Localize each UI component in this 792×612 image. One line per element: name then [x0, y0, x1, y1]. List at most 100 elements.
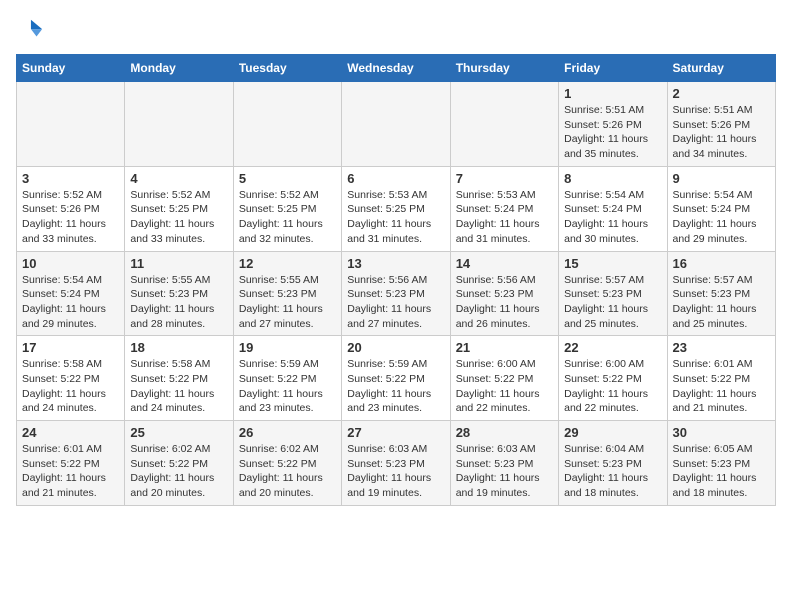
calendar-cell [342, 82, 450, 167]
day-number: 11 [130, 256, 227, 271]
day-number: 24 [22, 425, 119, 440]
calendar-cell: 16 Sunrise: 5:57 AM Sunset: 5:23 PM Dayli… [667, 251, 775, 336]
day-info: Sunrise: 5:52 AM Sunset: 5:25 PM Dayligh… [239, 188, 336, 247]
calendar-table: SundayMondayTuesdayWednesdayThursdayFrid… [16, 54, 776, 506]
calendar-cell: 4 Sunrise: 5:52 AM Sunset: 5:25 PM Daylig… [125, 166, 233, 251]
day-number: 3 [22, 171, 119, 186]
day-number: 16 [673, 256, 770, 271]
calendar-cell: 13 Sunrise: 5:56 AM Sunset: 5:23 PM Dayli… [342, 251, 450, 336]
weekday-header-tuesday: Tuesday [233, 55, 341, 82]
calendar-cell: 1 Sunrise: 5:51 AM Sunset: 5:26 PM Daylig… [559, 82, 667, 167]
day-number: 10 [22, 256, 119, 271]
day-number: 30 [673, 425, 770, 440]
calendar-week-row: 24 Sunrise: 6:01 AM Sunset: 5:22 PM Dayli… [17, 421, 776, 506]
calendar-cell: 10 Sunrise: 5:54 AM Sunset: 5:24 PM Dayli… [17, 251, 125, 336]
weekday-header-saturday: Saturday [667, 55, 775, 82]
calendar-cell: 20 Sunrise: 5:59 AM Sunset: 5:22 PM Dayli… [342, 336, 450, 421]
day-info: Sunrise: 5:52 AM Sunset: 5:25 PM Dayligh… [130, 188, 227, 247]
day-number: 5 [239, 171, 336, 186]
day-number: 26 [239, 425, 336, 440]
calendar-cell: 14 Sunrise: 5:56 AM Sunset: 5:23 PM Dayli… [450, 251, 558, 336]
day-info: Sunrise: 5:59 AM Sunset: 5:22 PM Dayligh… [347, 357, 444, 416]
day-number: 22 [564, 340, 661, 355]
weekday-header-friday: Friday [559, 55, 667, 82]
calendar-cell: 30 Sunrise: 6:05 AM Sunset: 5:23 PM Dayli… [667, 421, 775, 506]
day-info: Sunrise: 6:02 AM Sunset: 5:22 PM Dayligh… [239, 442, 336, 501]
day-number: 18 [130, 340, 227, 355]
day-number: 13 [347, 256, 444, 271]
day-number: 6 [347, 171, 444, 186]
day-info: Sunrise: 5:56 AM Sunset: 5:23 PM Dayligh… [347, 273, 444, 332]
page-header [16, 16, 776, 44]
day-info: Sunrise: 5:54 AM Sunset: 5:24 PM Dayligh… [22, 273, 119, 332]
day-info: Sunrise: 5:59 AM Sunset: 5:22 PM Dayligh… [239, 357, 336, 416]
calendar-cell: 24 Sunrise: 6:01 AM Sunset: 5:22 PM Dayli… [17, 421, 125, 506]
day-number: 25 [130, 425, 227, 440]
day-number: 9 [673, 171, 770, 186]
day-info: Sunrise: 6:00 AM Sunset: 5:22 PM Dayligh… [564, 357, 661, 416]
weekday-header-monday: Monday [125, 55, 233, 82]
day-info: Sunrise: 6:03 AM Sunset: 5:23 PM Dayligh… [456, 442, 553, 501]
calendar-cell: 6 Sunrise: 5:53 AM Sunset: 5:25 PM Daylig… [342, 166, 450, 251]
calendar-cell: 9 Sunrise: 5:54 AM Sunset: 5:24 PM Daylig… [667, 166, 775, 251]
day-number: 19 [239, 340, 336, 355]
day-number: 2 [673, 86, 770, 101]
calendar-cell: 27 Sunrise: 6:03 AM Sunset: 5:23 PM Dayli… [342, 421, 450, 506]
day-info: Sunrise: 5:58 AM Sunset: 5:22 PM Dayligh… [130, 357, 227, 416]
day-number: 20 [347, 340, 444, 355]
day-number: 17 [22, 340, 119, 355]
day-info: Sunrise: 5:51 AM Sunset: 5:26 PM Dayligh… [673, 103, 770, 162]
weekday-header-sunday: Sunday [17, 55, 125, 82]
day-info: Sunrise: 5:51 AM Sunset: 5:26 PM Dayligh… [564, 103, 661, 162]
day-info: Sunrise: 5:57 AM Sunset: 5:23 PM Dayligh… [564, 273, 661, 332]
calendar-cell: 11 Sunrise: 5:55 AM Sunset: 5:23 PM Dayli… [125, 251, 233, 336]
calendar-cell [450, 82, 558, 167]
day-info: Sunrise: 5:53 AM Sunset: 5:24 PM Dayligh… [456, 188, 553, 247]
calendar-cell: 29Sunrise: 6:04 AM Sunset: 5:23 PM Dayli… [559, 421, 667, 506]
calendar-week-row: 3 Sunrise: 5:52 AM Sunset: 5:26 PM Daylig… [17, 166, 776, 251]
calendar-cell: 15 Sunrise: 5:57 AM Sunset: 5:23 PM Dayli… [559, 251, 667, 336]
day-info: Sunrise: 6:00 AM Sunset: 5:22 PM Dayligh… [456, 357, 553, 416]
day-info: Sunrise: 5:52 AM Sunset: 5:26 PM Dayligh… [22, 188, 119, 247]
day-number: 21 [456, 340, 553, 355]
weekday-header-row: SundayMondayTuesdayWednesdayThursdayFrid… [17, 55, 776, 82]
day-info: Sunrise: 5:53 AM Sunset: 5:25 PM Dayligh… [347, 188, 444, 247]
day-number: 4 [130, 171, 227, 186]
calendar-cell [125, 82, 233, 167]
day-info: Sunrise: 5:54 AM Sunset: 5:24 PM Dayligh… [673, 188, 770, 247]
calendar-cell: 23Sunrise: 6:01 AM Sunset: 5:22 PM Dayli… [667, 336, 775, 421]
calendar-cell [233, 82, 341, 167]
day-info: Sunrise: 6:01 AM Sunset: 5:22 PM Dayligh… [22, 442, 119, 501]
calendar-cell: 7 Sunrise: 5:53 AM Sunset: 5:24 PM Daylig… [450, 166, 558, 251]
calendar-cell: 8 Sunrise: 5:54 AM Sunset: 5:24 PM Daylig… [559, 166, 667, 251]
calendar-cell: 21 Sunrise: 6:00 AM Sunset: 5:22 PM Dayli… [450, 336, 558, 421]
calendar-cell [17, 82, 125, 167]
day-info: Sunrise: 5:55 AM Sunset: 5:23 PM Dayligh… [239, 273, 336, 332]
day-info: Sunrise: 6:05 AM Sunset: 5:23 PM Dayligh… [673, 442, 770, 501]
calendar-week-row: 1 Sunrise: 5:51 AM Sunset: 5:26 PM Daylig… [17, 82, 776, 167]
logo-icon [16, 16, 44, 44]
day-number: 27 [347, 425, 444, 440]
weekday-header-wednesday: Wednesday [342, 55, 450, 82]
day-info: Sunrise: 5:56 AM Sunset: 5:23 PM Dayligh… [456, 273, 553, 332]
day-number: 7 [456, 171, 553, 186]
day-number: 29 [564, 425, 661, 440]
calendar-cell: 17 Sunrise: 5:58 AM Sunset: 5:22 PM Dayli… [17, 336, 125, 421]
day-info: Sunrise: 5:54 AM Sunset: 5:24 PM Dayligh… [564, 188, 661, 247]
day-info: Sunrise: 6:02 AM Sunset: 5:22 PM Dayligh… [130, 442, 227, 501]
day-number: 28 [456, 425, 553, 440]
calendar-cell: 22 Sunrise: 6:00 AM Sunset: 5:22 PM Dayli… [559, 336, 667, 421]
day-number: 15 [564, 256, 661, 271]
calendar-cell: 5 Sunrise: 5:52 AM Sunset: 5:25 PM Daylig… [233, 166, 341, 251]
day-number: 8 [564, 171, 661, 186]
day-number: 14 [456, 256, 553, 271]
calendar-cell: 18 Sunrise: 5:58 AM Sunset: 5:22 PM Dayli… [125, 336, 233, 421]
day-info: Sunrise: 5:57 AM Sunset: 5:23 PM Dayligh… [673, 273, 770, 332]
day-info: Sunrise: 5:55 AM Sunset: 5:23 PM Dayligh… [130, 273, 227, 332]
day-info: Sunrise: 5:58 AM Sunset: 5:22 PM Dayligh… [22, 357, 119, 416]
day-info: Sunrise: 6:03 AM Sunset: 5:23 PM Dayligh… [347, 442, 444, 501]
calendar-cell: 25 Sunrise: 6:02 AM Sunset: 5:22 PM Dayli… [125, 421, 233, 506]
day-number: 1 [564, 86, 661, 101]
logo [16, 16, 48, 44]
calendar-week-row: 10 Sunrise: 5:54 AM Sunset: 5:24 PM Dayli… [17, 251, 776, 336]
